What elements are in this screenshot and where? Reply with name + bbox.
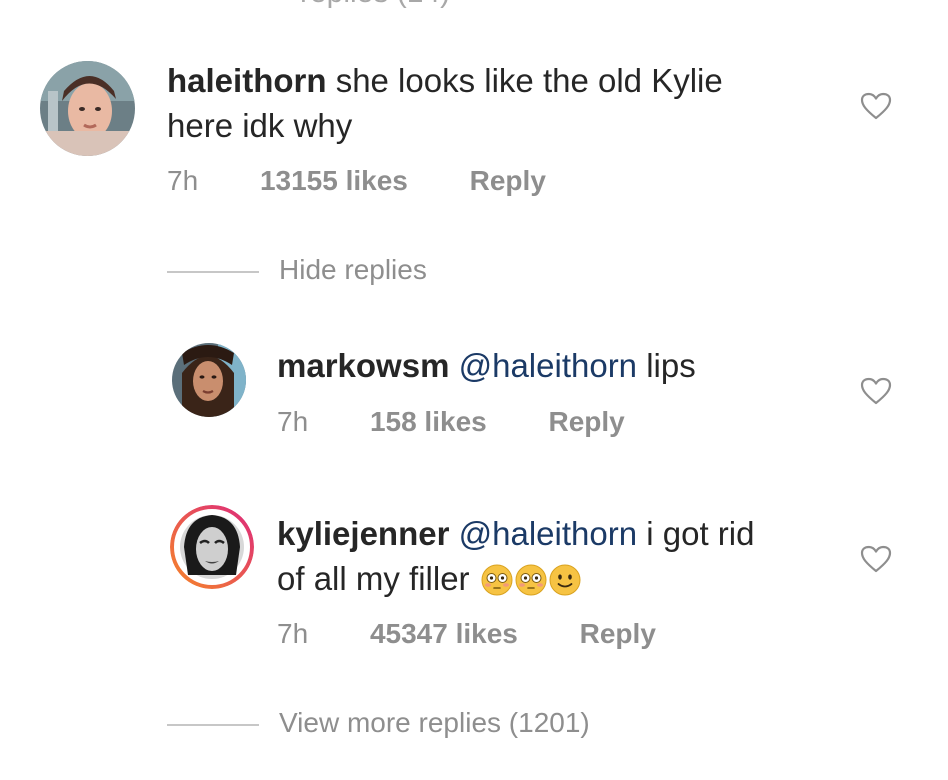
reply-button[interactable]: Reply: [470, 165, 546, 197]
comment-body-line1: she looks like the old Kylie: [335, 62, 723, 99]
heart-outline-icon[interactable]: [860, 377, 892, 410]
comment-time: 7h: [277, 618, 309, 649]
heart-outline-icon[interactable]: [860, 545, 892, 578]
view-more-replies-button[interactable]: View more replies (1201): [167, 707, 590, 739]
comment-time: 7h: [167, 165, 199, 196]
comment-text: markowsm @haleithorn lips: [277, 343, 837, 388]
comment-body-line2: here idk why: [167, 107, 353, 144]
hide-replies-label: Hide replies: [279, 254, 427, 285]
heart-outline-icon[interactable]: [860, 92, 892, 125]
avatar[interactable]: [40, 61, 135, 156]
comment-meta: 7h 45347 likes Reply: [277, 618, 656, 650]
avatar[interactable]: [172, 343, 246, 417]
view-more-replies-label: View more replies (1201): [279, 707, 590, 738]
comment-likes[interactable]: 13155 likes: [260, 165, 408, 197]
flushed-face-emoji: [515, 562, 547, 607]
divider-line: [167, 723, 259, 726]
comment-time: 7h: [277, 406, 309, 437]
comment-username[interactable]: kyliejenner: [277, 515, 449, 552]
comment-text: haleithorn she looks like the old Kylie …: [167, 58, 847, 148]
comment-meta: 7h 13155 likes Reply: [167, 165, 546, 197]
mention-link[interactable]: @haleithorn: [459, 347, 637, 384]
comment-username[interactable]: haleithorn: [167, 62, 327, 99]
flushed-face-emoji: [481, 562, 513, 607]
previous-view-replies-fragment: replies (14): [300, 0, 450, 10]
comment-body-line1: i got rid: [646, 515, 755, 552]
comment-meta: 7h 158 likes Reply: [277, 406, 625, 438]
avatar[interactable]: [170, 505, 254, 589]
comment-likes[interactable]: 158 likes: [370, 406, 487, 438]
comment-text: kyliejenner @haleithorn i got rid of all…: [277, 511, 837, 607]
hide-replies-button[interactable]: Hide replies: [167, 254, 427, 286]
divider-line: [167, 270, 259, 273]
slightly-smiling-face-emoji: [549, 562, 581, 607]
reply-button[interactable]: Reply: [580, 618, 656, 650]
mention-link[interactable]: @haleithorn: [459, 515, 637, 552]
comment-body-line2: of all my filler: [277, 560, 470, 597]
comment-body: lips: [646, 347, 696, 384]
comment-username[interactable]: markowsm: [277, 347, 449, 384]
comment-likes[interactable]: 45347 likes: [370, 618, 518, 650]
reply-button[interactable]: Reply: [549, 406, 625, 438]
